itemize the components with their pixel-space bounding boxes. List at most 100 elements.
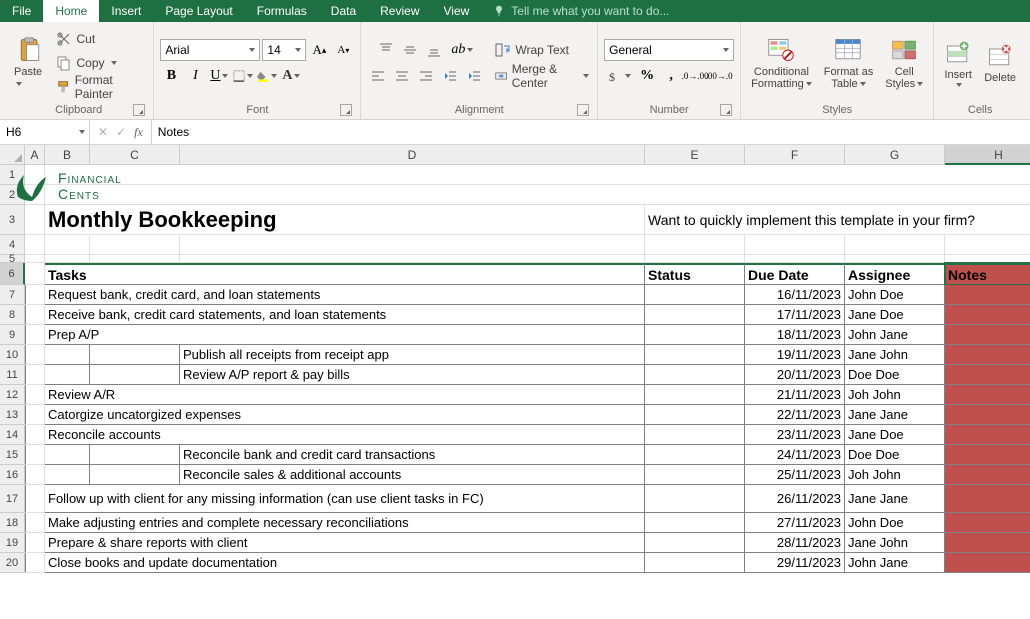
insert-cells-button[interactable]: Insert <box>940 37 976 89</box>
decrease-decimal-button[interactable]: .00→.0 <box>708 65 730 87</box>
conditional-formatting-button[interactable]: Conditional Formatting <box>747 34 816 92</box>
assignee-cell[interactable]: Jane John <box>845 345 945 365</box>
row-header-6[interactable]: 6 <box>0 263 25 285</box>
underline-button[interactable]: U <box>208 65 230 87</box>
notes-cell[interactable] <box>945 485 1030 513</box>
cell[interactable] <box>90 465 180 485</box>
tab-review[interactable]: Review <box>368 0 431 22</box>
align-top-button[interactable] <box>375 39 397 61</box>
row-header-16[interactable]: 16 <box>0 465 25 485</box>
cell[interactable] <box>25 425 45 445</box>
task-cell[interactable]: Prepare & share reports with client <box>45 533 645 553</box>
due-cell[interactable]: 22/11/2023 <box>745 405 845 425</box>
notes-cell[interactable] <box>945 345 1030 365</box>
row-header-20[interactable]: 20 <box>0 553 25 573</box>
task-cell[interactable]: Make adjusting entries and complete nece… <box>45 513 645 533</box>
status-cell[interactable] <box>645 533 745 553</box>
row-header-12[interactable]: 12 <box>0 385 25 405</box>
due-cell[interactable]: 26/11/2023 <box>745 485 845 513</box>
row-header-10[interactable]: 10 <box>0 345 25 365</box>
increase-indent-button[interactable] <box>463 65 485 87</box>
font-name-selector[interactable]: Arial <box>160 39 260 61</box>
clipboard-dialog-launcher[interactable] <box>133 104 145 116</box>
fill-color-button[interactable] <box>256 65 278 87</box>
status-cell[interactable] <box>645 345 745 365</box>
tab-page-layout[interactable]: Page Layout <box>153 0 244 22</box>
tab-home[interactable]: Home <box>43 0 99 22</box>
col-header-C[interactable]: C <box>90 145 180 165</box>
tab-data[interactable]: Data <box>319 0 368 22</box>
borders-button[interactable] <box>232 65 254 87</box>
cell[interactable] <box>25 205 45 235</box>
assignee-cell[interactable]: Jane John <box>845 533 945 553</box>
cell[interactable] <box>25 305 45 325</box>
cell[interactable] <box>25 553 45 573</box>
row-header-15[interactable]: 15 <box>0 445 25 465</box>
assignee-cell[interactable]: Joh John <box>845 385 945 405</box>
task-cell[interactable]: Prep A/P <box>45 325 645 345</box>
cell[interactable] <box>25 255 45 263</box>
status-cell[interactable] <box>645 325 745 345</box>
due-cell[interactable]: 19/11/2023 <box>745 345 845 365</box>
copy-button[interactable]: Copy <box>54 52 118 74</box>
comma-format-button[interactable]: , <box>660 65 682 87</box>
cell[interactable] <box>745 255 845 263</box>
cell[interactable] <box>45 345 90 365</box>
cell[interactable] <box>90 345 180 365</box>
task-cell[interactable]: Reconcile bank and credit card transacti… <box>180 445 645 465</box>
due-cell[interactable]: 16/11/2023 <box>745 285 845 305</box>
due-cell[interactable]: 25/11/2023 <box>745 465 845 485</box>
due-cell[interactable]: 29/11/2023 <box>745 553 845 573</box>
notes-cell[interactable] <box>945 445 1030 465</box>
status-cell[interactable] <box>645 425 745 445</box>
font-dialog-launcher[interactable] <box>340 104 352 116</box>
orientation-button[interactable]: ab <box>447 39 477 61</box>
cell[interactable] <box>45 445 90 465</box>
align-middle-button[interactable] <box>399 39 421 61</box>
cell[interactable] <box>945 255 1030 263</box>
task-cell[interactable]: Reconcile sales & additional accounts <box>180 465 645 485</box>
assignee-cell[interactable]: John Jane <box>845 553 945 573</box>
cell[interactable] <box>645 235 745 255</box>
task-cell[interactable]: Review A/P report & pay bills <box>180 365 645 385</box>
due-cell[interactable]: 23/11/2023 <box>745 425 845 445</box>
percent-format-button[interactable]: % <box>636 65 658 87</box>
due-cell[interactable]: 20/11/2023 <box>745 365 845 385</box>
cell[interactable] <box>25 485 45 513</box>
cell[interactable] <box>45 235 90 255</box>
notes-cell[interactable] <box>945 553 1030 573</box>
tell-me-search[interactable]: Tell me what you want to do... <box>493 0 669 22</box>
row-header-11[interactable]: 11 <box>0 365 25 385</box>
cell[interactable] <box>845 255 945 263</box>
row-header-17[interactable]: 17 <box>0 485 25 513</box>
notes-cell[interactable] <box>945 305 1030 325</box>
due-cell[interactable]: 27/11/2023 <box>745 513 845 533</box>
status-cell[interactable] <box>645 285 745 305</box>
task-cell[interactable]: Follow up with client for any missing in… <box>45 485 645 513</box>
notes-cell[interactable] <box>945 465 1030 485</box>
align-right-button[interactable] <box>415 65 437 87</box>
row-header-9[interactable]: 9 <box>0 325 25 345</box>
status-cell[interactable] <box>645 485 745 513</box>
tab-insert[interactable]: Insert <box>99 0 153 22</box>
cell[interactable] <box>745 235 845 255</box>
tab-view[interactable]: View <box>432 0 482 22</box>
assignee-cell[interactable]: Jane Doe <box>845 425 945 445</box>
tab-formulas[interactable]: Formulas <box>245 0 319 22</box>
task-cell[interactable]: Review A/R <box>45 385 645 405</box>
cell[interactable] <box>90 365 180 385</box>
status-cell[interactable] <box>645 553 745 573</box>
assignee-cell[interactable]: Jane Doe <box>845 305 945 325</box>
increase-font-button[interactable]: A▴ <box>308 39 330 61</box>
task-cell[interactable]: Close books and update documentation <box>45 553 645 573</box>
decrease-indent-button[interactable] <box>439 65 461 87</box>
col-header-D[interactable]: D <box>180 145 645 165</box>
bold-button[interactable]: B <box>160 65 182 87</box>
status-cell[interactable] <box>645 365 745 385</box>
cell-styles-button[interactable]: Cell Styles <box>881 34 927 92</box>
cell[interactable] <box>25 465 45 485</box>
paste-button[interactable]: Paste <box>10 34 50 92</box>
number-format-selector[interactable]: General <box>604 39 734 61</box>
cell[interactable] <box>25 405 45 425</box>
row-header-19[interactable]: 19 <box>0 533 25 553</box>
